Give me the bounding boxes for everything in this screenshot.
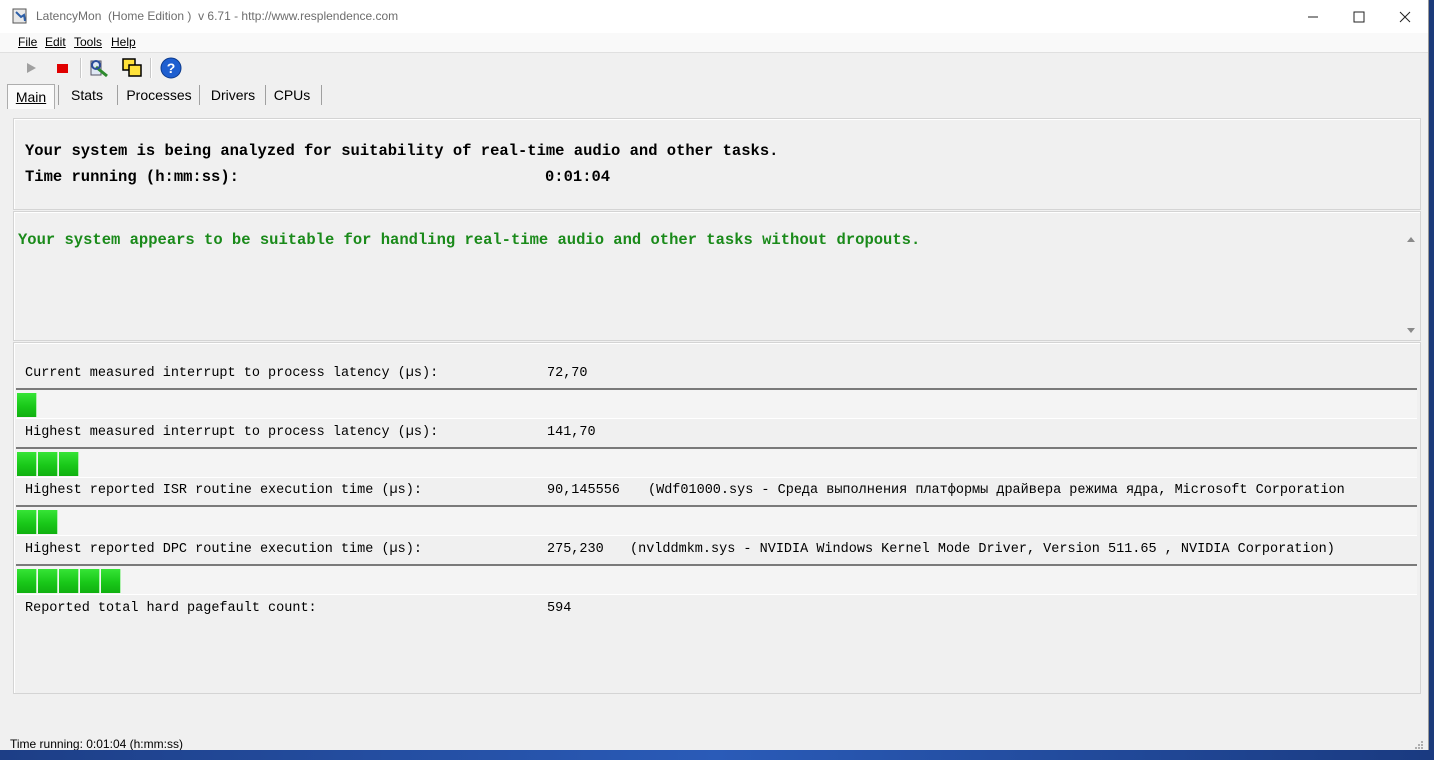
analysis-text: Your system is being analyzed for suitab… bbox=[25, 142, 779, 160]
pagefault-label: Reported total hard pagefault count: bbox=[25, 601, 317, 616]
latency-bar bbox=[16, 564, 1417, 595]
bar-segment bbox=[59, 569, 79, 593]
latency-bar bbox=[16, 388, 1417, 419]
time-running-value: 0:01:04 bbox=[545, 168, 611, 186]
tab-separator bbox=[117, 85, 118, 105]
minimize-button[interactable] bbox=[1290, 0, 1336, 33]
pagefault-value: 594 bbox=[547, 601, 572, 616]
bar-segment bbox=[80, 569, 100, 593]
metric-label-dpc-time: Highest reported DPC routine execution t… bbox=[25, 542, 422, 557]
maximize-button[interactable] bbox=[1336, 0, 1382, 33]
time-running-label: Time running (h:mm:ss): bbox=[25, 168, 239, 186]
tool-icon bbox=[90, 60, 108, 78]
metric-label-isr-time: Highest reported ISR routine execution t… bbox=[25, 483, 422, 498]
bar-segment bbox=[38, 510, 58, 534]
status-text: Time running: 0:01:04 (h:mm:ss) bbox=[10, 737, 183, 751]
tab-main[interactable]: Main bbox=[7, 84, 55, 109]
menu-edit[interactable]: Edit bbox=[45, 35, 66, 49]
metric-label-highest-latency: Highest measured interrupt to process la… bbox=[25, 425, 439, 440]
stop-icon bbox=[57, 64, 68, 73]
tab-separator bbox=[58, 85, 59, 105]
tab-separator bbox=[199, 85, 200, 105]
bar-segment bbox=[38, 452, 58, 476]
bar-segment bbox=[17, 510, 37, 534]
menu-tools[interactable]: Tools bbox=[74, 35, 102, 49]
toolbar-separator bbox=[150, 58, 152, 78]
svg-text:?: ? bbox=[167, 60, 176, 76]
toolbar: ? bbox=[0, 53, 1428, 83]
bar-segment bbox=[17, 393, 37, 417]
analysis-panel: Your system is being analyzed for suitab… bbox=[13, 118, 1421, 210]
desktop-background bbox=[0, 750, 1434, 760]
scroll-down-icon[interactable] bbox=[1404, 326, 1418, 336]
metric-detail-isr-driver: (Wdf01000.sys - Среда выполнения платфор… bbox=[648, 483, 1345, 498]
close-button[interactable] bbox=[1382, 0, 1428, 33]
metric-label-current-latency: Current measured interrupt to process la… bbox=[25, 366, 439, 381]
verdict-scrollbar[interactable] bbox=[1404, 228, 1418, 340]
menu-bar: File Edit Tools Help bbox=[0, 33, 1428, 53]
title-bar[interactable]: LatencyMon (Home Edition ) v 6.71 - http… bbox=[0, 0, 1428, 33]
tab-cpus[interactable]: CPUs bbox=[268, 83, 316, 107]
bar-segment bbox=[17, 452, 37, 476]
tab-separator bbox=[265, 85, 266, 105]
bar-segment bbox=[38, 569, 58, 593]
tab-bar: Main Stats Processes Drivers CPUs bbox=[0, 83, 1428, 109]
toolbar-separator bbox=[80, 58, 82, 78]
maximize-icon bbox=[1353, 11, 1365, 22]
latency-bar bbox=[16, 447, 1417, 478]
app-icon bbox=[12, 8, 28, 24]
bar-segment bbox=[101, 569, 121, 593]
tab-stats[interactable]: Stats bbox=[63, 83, 111, 107]
tab-drivers[interactable]: Drivers bbox=[203, 83, 263, 107]
help-button[interactable]: ? bbox=[159, 56, 183, 80]
help-icon: ? bbox=[160, 57, 182, 79]
menu-help[interactable]: Help bbox=[111, 35, 136, 49]
minimize-icon bbox=[1308, 16, 1318, 17]
windows-icon bbox=[122, 58, 142, 77]
metric-detail-dpc-driver: (nvlddmkm.sys - NVIDIA Windows Kernel Mo… bbox=[630, 542, 1335, 557]
windows-button[interactable] bbox=[120, 56, 144, 80]
metric-value-dpc-time: 275,230 bbox=[547, 542, 604, 557]
play-icon bbox=[27, 63, 36, 73]
metric-value-highest-latency: 141,70 bbox=[547, 425, 596, 440]
close-icon bbox=[1399, 11, 1411, 22]
stop-button[interactable] bbox=[50, 56, 74, 80]
bar-segment bbox=[59, 452, 79, 476]
verdict-panel: Your system appears to be suitable for h… bbox=[13, 211, 1421, 341]
metrics-panel: Current measured interrupt to process la… bbox=[13, 342, 1421, 694]
scroll-up-icon[interactable] bbox=[1404, 234, 1418, 244]
latency-bar bbox=[16, 505, 1417, 536]
start-button[interactable] bbox=[19, 56, 43, 80]
tab-separator bbox=[321, 85, 322, 105]
tab-processes[interactable]: Processes bbox=[121, 83, 197, 107]
tools-button[interactable] bbox=[87, 56, 111, 80]
metric-value-isr-time: 90,145556 bbox=[547, 483, 620, 498]
menu-file[interactable]: File bbox=[18, 35, 37, 49]
bar-segment bbox=[17, 569, 37, 593]
metric-value-current-latency: 72,70 bbox=[547, 366, 588, 381]
app-window: LatencyMon (Home Edition ) v 6.71 - http… bbox=[0, 0, 1429, 753]
window-title: LatencyMon (Home Edition ) v 6.71 - http… bbox=[36, 9, 399, 23]
verdict-text: Your system appears to be suitable for h… bbox=[18, 231, 921, 249]
resize-grip-icon[interactable] bbox=[1414, 740, 1424, 750]
